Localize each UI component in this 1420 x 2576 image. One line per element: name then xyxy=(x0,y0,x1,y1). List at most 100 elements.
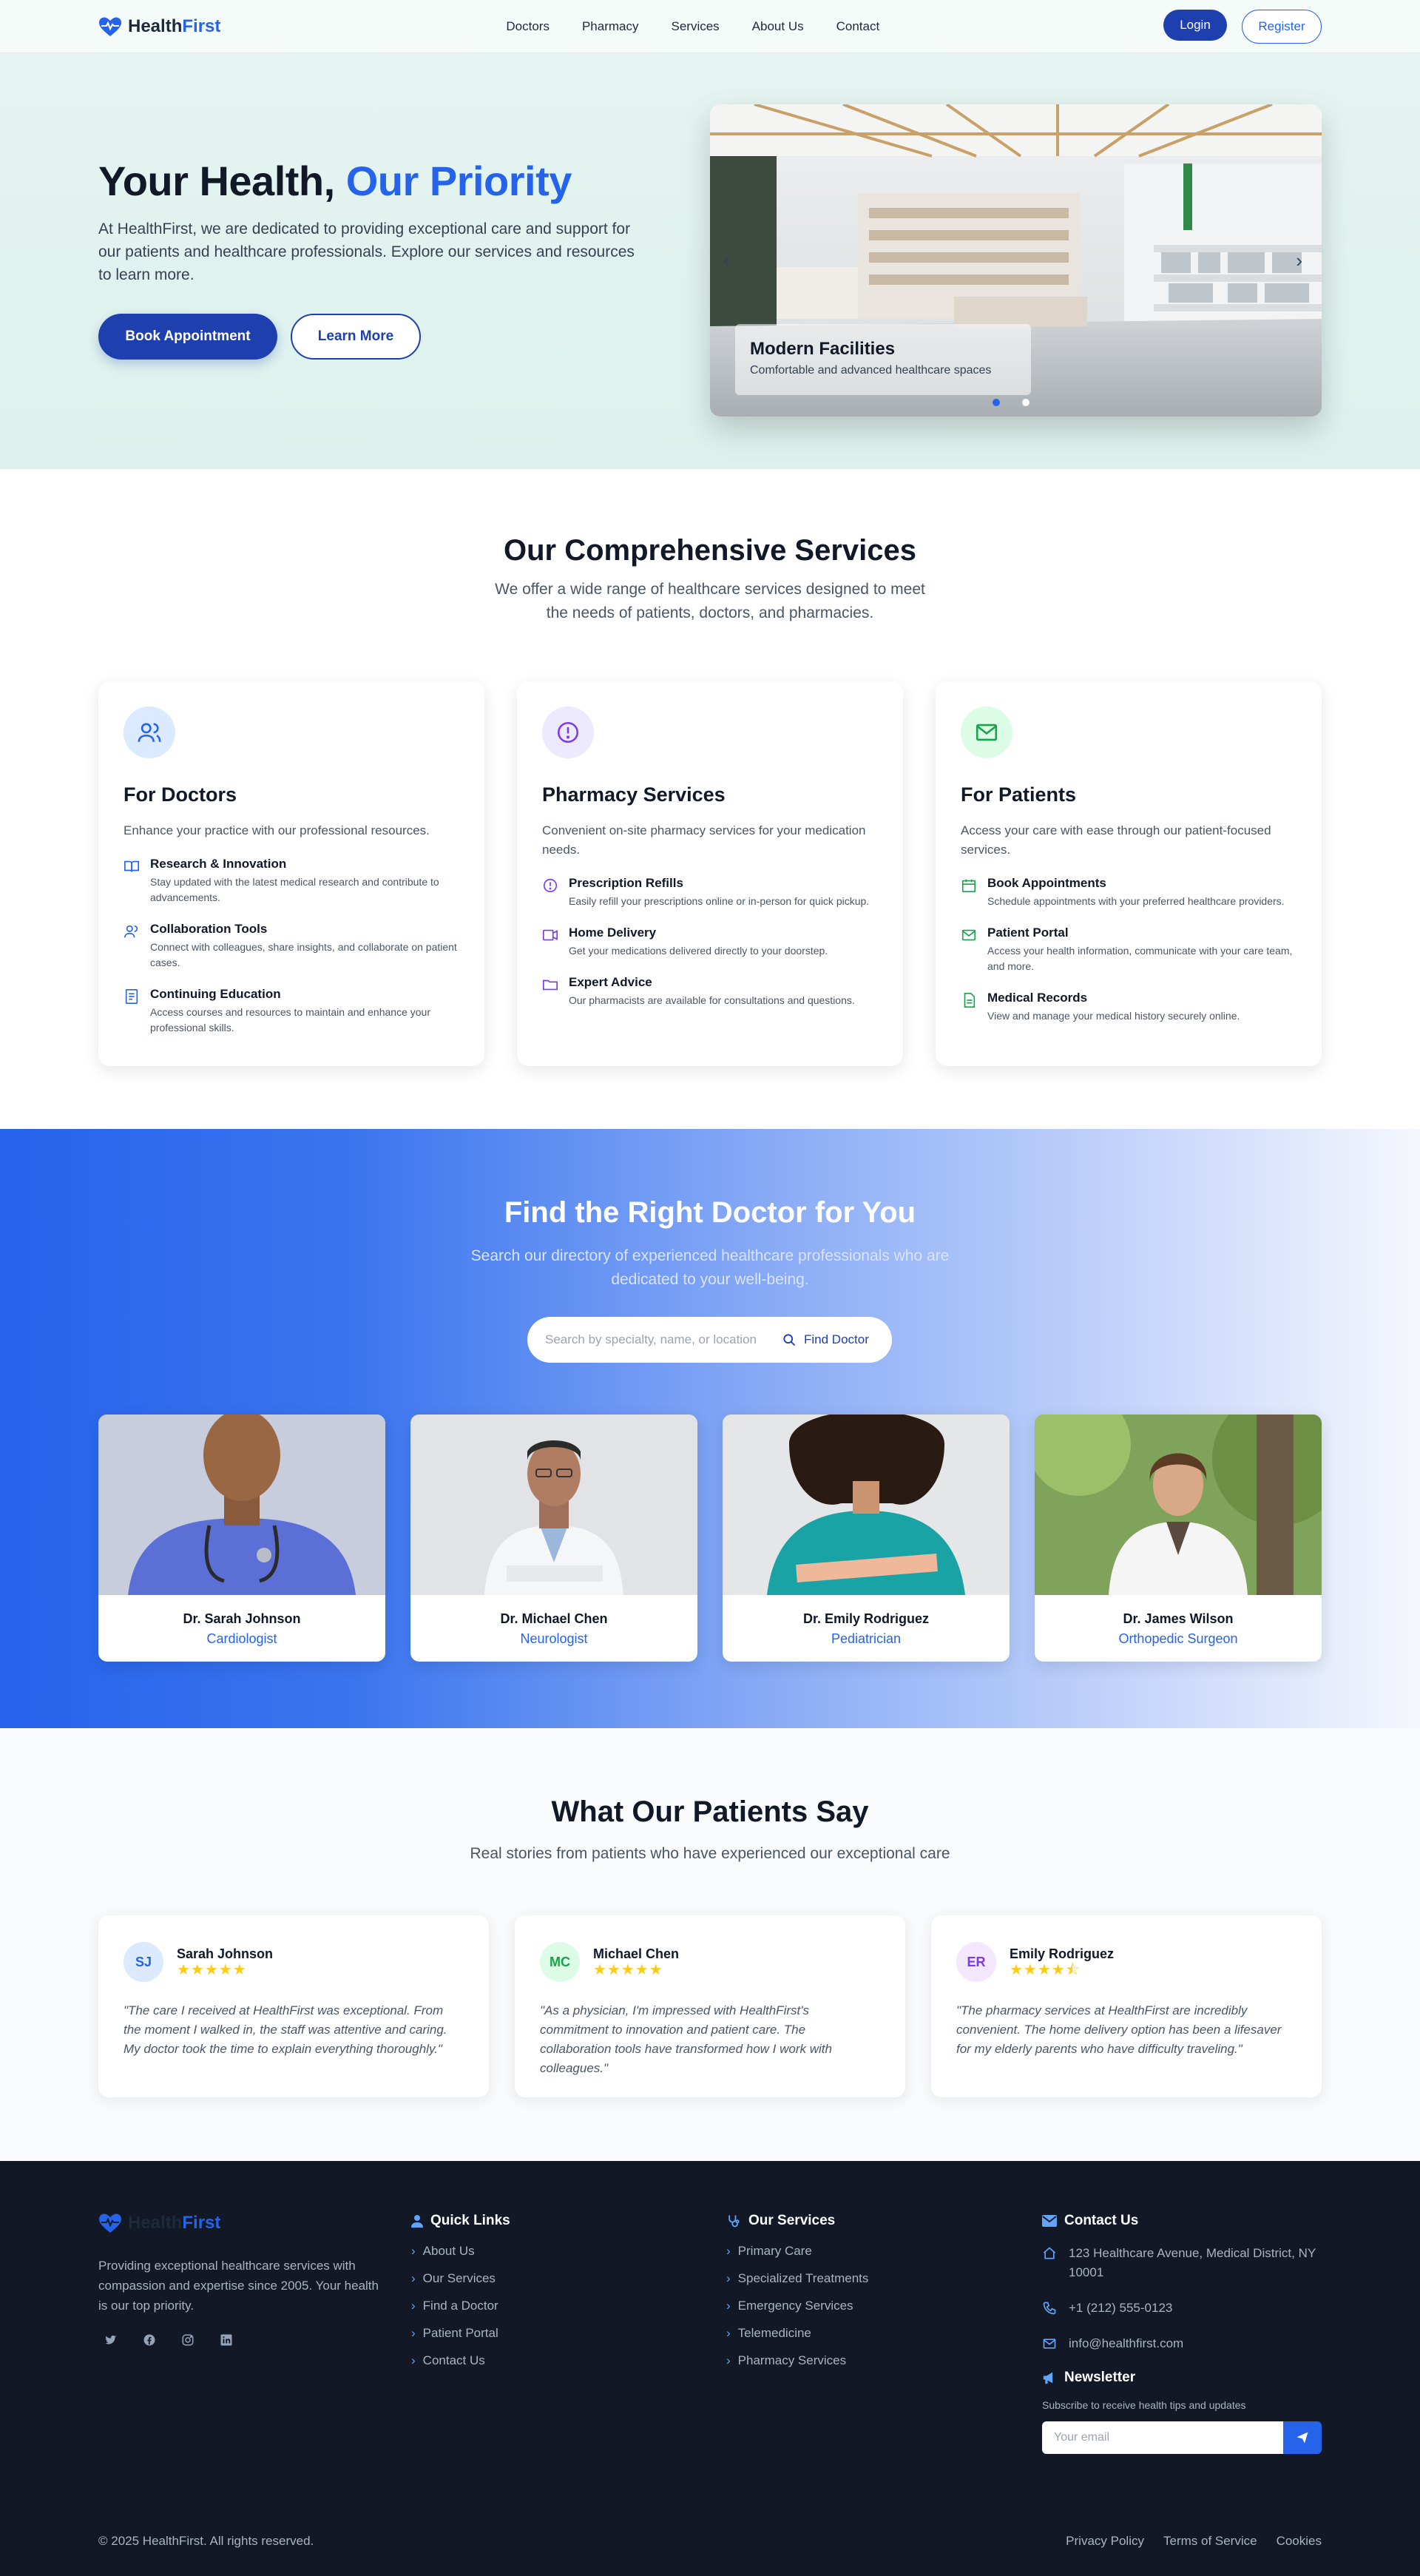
footer-link[interactable]: › Pharmacy Services xyxy=(726,2353,868,2368)
footer-link-label: Specialized Treatments xyxy=(737,2271,869,2285)
service-card-title: For Patients xyxy=(961,783,1077,806)
contact-email[interactable]: info@healthfirst.com xyxy=(1042,2334,1322,2353)
user-icon xyxy=(411,2215,423,2228)
hero-carousel[interactable]: ‹ › Modern Facilities Comfortable and ad… xyxy=(710,104,1322,417)
testimonial-name: Sarah Johnson xyxy=(177,1946,274,1961)
doctor-card[interactable]: Dr. Sarah Johnson Cardiologist xyxy=(98,1415,385,1662)
carousel-dot-1[interactable] xyxy=(993,399,1000,406)
service-card-desc: Enhance your practice with our professio… xyxy=(124,823,430,837)
service-item[interactable]: Book Appointments Schedule appointments w… xyxy=(961,876,1296,909)
footer-link-label: About Us xyxy=(422,2244,475,2258)
doctor-specialty: Pediatrician xyxy=(831,1631,902,1646)
doctor-card[interactable]: Dr. Emily Rodriguez Pediatrician xyxy=(723,1415,1010,1662)
service-item-desc: Easily refill your prescriptions online … xyxy=(569,895,870,907)
linkedin-icon[interactable] xyxy=(220,2333,234,2348)
service-card-doctors: For Doctors Enhance your practice with o… xyxy=(98,681,484,1066)
footer-link-label: Emergency Services xyxy=(737,2299,853,2313)
footer-about: Health First Providing exceptional health… xyxy=(98,2213,379,2348)
doctor-photo xyxy=(1035,1415,1322,1595)
carousel-next-icon[interactable]: › xyxy=(1296,249,1302,272)
doctor-photo xyxy=(98,1415,385,1595)
site-footer: Health First Providing exceptional health… xyxy=(0,2161,1420,2576)
find-doctor-subtitle-line2: dedicated to your well-being. xyxy=(611,1271,809,1288)
footer-heading-label: Newsletter xyxy=(1064,2370,1136,2385)
newsletter-submit-button[interactable] xyxy=(1283,2421,1322,2454)
doctor-search-input[interactable] xyxy=(545,1332,767,1347)
footer-link[interactable]: › Telemedicine xyxy=(726,2326,868,2341)
find-doctor-button[interactable]: Find Doctor xyxy=(782,1332,869,1347)
contact-address: 123 Healthcare Avenue, Medical District,… xyxy=(1042,2244,1322,2282)
service-item-title: Expert Advice xyxy=(569,975,652,989)
brand-logo[interactable]: Health First xyxy=(98,16,220,37)
envelope-icon xyxy=(1042,2215,1057,2227)
footer-heading: Newsletter xyxy=(1042,2370,1322,2386)
testimonial-quote: "As a physician, I'm impressed with Heal… xyxy=(540,2003,832,2075)
newsletter-email-input[interactable] xyxy=(1042,2421,1283,2454)
doctor-card[interactable]: Dr. James Wilson Orthopedic Surgeon xyxy=(1035,1415,1322,1662)
service-item-desc: Connect with colleagues, share insights,… xyxy=(150,941,457,968)
nav-link-about[interactable]: About Us xyxy=(752,19,804,34)
footer-link[interactable]: › Our Services xyxy=(411,2271,510,2286)
phone-icon xyxy=(1043,2302,1056,2315)
learn-more-button[interactable]: Learn More xyxy=(291,314,421,360)
login-button[interactable]: Login xyxy=(1163,10,1227,41)
service-item[interactable]: Collaboration Tools Connect with colleagu… xyxy=(124,922,459,971)
nav-links: Doctors Pharmacy Services About Us Conta… xyxy=(506,19,879,34)
cookies-link[interactable]: Cookies xyxy=(1277,2534,1322,2549)
service-item-desc: Access your health information, communic… xyxy=(987,945,1293,972)
service-item[interactable]: Continuing Education Access courses and r… xyxy=(124,987,459,1036)
contact-phone-text: +1 (212) 555-0123 xyxy=(1069,2301,1173,2315)
service-item[interactable]: Patient Portal Access your health informa… xyxy=(961,925,1296,974)
facebook-icon[interactable] xyxy=(143,2333,158,2348)
twitter-icon[interactable] xyxy=(104,2333,119,2348)
instagram-icon[interactable] xyxy=(181,2333,196,2348)
services-title: Our Comprehensive Services xyxy=(503,534,917,567)
service-item-desc: Stay updated with the latest medical res… xyxy=(150,876,439,903)
footer-link[interactable]: › Specialized Treatments xyxy=(726,2271,868,2286)
carousel-dot-2[interactable] xyxy=(1022,399,1030,406)
users-icon xyxy=(124,707,175,758)
nav-link-contact[interactable]: Contact xyxy=(836,19,880,34)
book-appointment-button[interactable]: Book Appointment xyxy=(98,314,277,360)
doctor-card[interactable]: Dr. Michael Chen Neurologist xyxy=(410,1415,697,1662)
footer-link[interactable]: › Contact Us xyxy=(411,2353,510,2368)
service-card-desc: Convenient on-site pharmacy services for… xyxy=(542,823,866,857)
heart-pulse-icon xyxy=(99,2213,121,2233)
footer-quick-links: Quick Links › About Us › Our Services › Fin… xyxy=(411,2213,510,2381)
nav-link-services[interactable]: Services xyxy=(671,19,719,34)
service-item[interactable]: Prescription Refills Easily refill your p… xyxy=(542,876,878,909)
calendar-icon xyxy=(961,879,976,893)
nav-link-doctors[interactable]: Doctors xyxy=(506,19,550,34)
footer-link[interactable]: › Emergency Services xyxy=(726,2299,868,2313)
terms-of-service-link[interactable]: Terms of Service xyxy=(1163,2534,1257,2549)
brand-name-part1: Health xyxy=(128,16,183,36)
carousel-caption-text: Comfortable and advanced healthcare spac… xyxy=(750,364,992,377)
nav-link-pharmacy[interactable]: Pharmacy xyxy=(582,19,639,34)
service-item-desc: View and manage your medical history sec… xyxy=(987,1010,1240,1022)
alert-circle-icon xyxy=(542,707,594,758)
copyright-text: © 2025 HealthFirst. All rights reserved. xyxy=(98,2534,314,2548)
footer-link[interactable]: › Find a Doctor xyxy=(411,2299,510,2313)
document-icon xyxy=(125,989,138,1004)
footer-bottom-bar: © 2025 HealthFirst. All rights reserved.… xyxy=(98,2534,1322,2549)
avatar: MC xyxy=(540,1942,580,1982)
contact-phone[interactable]: +1 (212) 555-0123 xyxy=(1042,2299,1322,2318)
footer-link[interactable]: › About Us xyxy=(411,2244,510,2259)
service-item[interactable]: Medical Records View and manage your medi… xyxy=(961,991,1296,1024)
mail-icon xyxy=(1043,2339,1056,2349)
footer-link[interactable]: › Primary Care xyxy=(726,2244,868,2259)
service-item[interactable]: Home Delivery Get your medications delive… xyxy=(542,925,878,959)
footer-link[interactable]: › Patient Portal xyxy=(411,2326,510,2341)
privacy-policy-link[interactable]: Privacy Policy xyxy=(1066,2534,1144,2549)
register-button[interactable]: Register xyxy=(1242,10,1322,44)
carousel-prev-icon[interactable]: ‹ xyxy=(723,249,730,272)
service-item-desc: Get your medications delivered directly … xyxy=(569,945,828,957)
doctor-photo xyxy=(410,1415,697,1595)
footer-brand-logo[interactable]: Health First xyxy=(98,2213,379,2233)
service-item[interactable]: Expert Advice Our pharmacists are availab… xyxy=(542,975,878,1008)
testimonials-title: What Our Patients Say xyxy=(551,1796,869,1828)
testimonials-subtitle: Real stories from patients who have expe… xyxy=(470,1845,950,1862)
find-doctor-subtitle-line1: Search our directory of experienced heal… xyxy=(470,1247,950,1264)
hero-title: Your Health, Our Priority xyxy=(98,157,572,205)
service-item[interactable]: Research & Innovation Stay updated with t… xyxy=(124,857,459,906)
